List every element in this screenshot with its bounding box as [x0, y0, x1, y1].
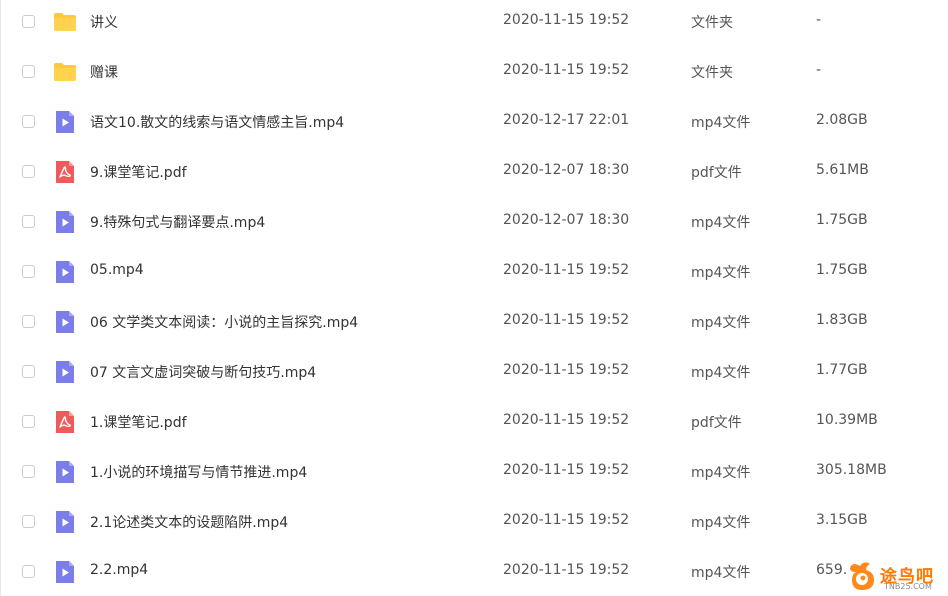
file-type: mp4文件 [691, 365, 751, 381]
video-file-icon [53, 210, 77, 234]
row-checkbox[interactable] [22, 315, 35, 328]
file-modified-time: 2020-11-15 19:52 [503, 362, 630, 378]
row-checkbox[interactable] [22, 565, 35, 578]
row-checkbox[interactable] [22, 65, 35, 78]
watermark-logo-icon [850, 562, 874, 590]
file-name[interactable]: 讲义 [90, 12, 118, 32]
file-modified-time: 2020-11-15 19:52 [503, 462, 630, 478]
file-modified-time: 2020-11-15 19:52 [503, 12, 630, 28]
file-size: 1.83GB [816, 312, 868, 328]
video-file-icon [53, 260, 77, 284]
file-type: pdf文件 [691, 165, 742, 181]
file-row[interactable]: 9.特殊句式与翻译要点.mp4 2020-12-07 18:30 mp4文件 1.75… [1, 197, 948, 247]
file-row[interactable]: 07 文言文虚词突破与断句技巧.mp4 2020-11-15 19:52 mp4文件… [1, 347, 948, 397]
row-checkbox[interactable] [22, 115, 35, 128]
file-modified-time: 2020-11-15 19:52 [503, 262, 630, 278]
file-list: 讲义 2020-11-15 19:52 文件夹 - 赠课 2020-11-15 19:52… [0, 0, 948, 596]
file-modified-time: 2020-12-17 22:01 [503, 112, 630, 128]
file-modified-time: 2020-11-15 19:52 [503, 312, 630, 328]
row-checkbox[interactable] [22, 265, 35, 278]
file-row[interactable]: 2.1论述类文本的设题陷阱.mp4 2020-11-15 19:52 mp4文件 3.… [1, 497, 948, 547]
pdf-file-icon [53, 410, 77, 434]
file-modified-time: 2020-12-07 18:30 [503, 162, 630, 178]
file-type: mp4文件 [691, 115, 751, 131]
file-type: mp4文件 [691, 315, 751, 331]
file-type: 文件夹 [691, 65, 733, 81]
file-modified-time: 2020-11-15 19:52 [503, 562, 630, 578]
file-row[interactable]: 2.2.mp4 2020-11-15 19:52 mp4文件 659. [1, 547, 948, 596]
file-row[interactable]: 语文10.散文的线索与语文情感主旨.mp4 2020-12-17 22:01 mp4… [1, 97, 948, 147]
file-type: mp4文件 [691, 215, 751, 231]
site-watermark: 途鸟吧 TNB25.COM [846, 556, 948, 596]
file-size: 305.18MB [816, 462, 887, 478]
file-name[interactable]: 9.特殊句式与翻译要点.mp4 [90, 212, 265, 232]
file-row[interactable]: 05.mp4 2020-11-15 19:52 mp4文件 1.75GB [1, 247, 948, 297]
row-checkbox[interactable] [22, 215, 35, 228]
file-row[interactable]: 1.小说的环境描写与情节推进.mp4 2020-11-15 19:52 mp4文件 3… [1, 447, 948, 497]
folder-icon [53, 60, 77, 84]
file-row[interactable]: 9.课堂笔记.pdf 2020-12-07 18:30 pdf文件 5.61MB [1, 147, 948, 197]
file-name[interactable]: 2.1论述类文本的设题陷阱.mp4 [90, 512, 288, 532]
file-modified-time: 2020-12-07 18:30 [503, 212, 630, 228]
video-file-icon [53, 310, 77, 334]
file-name[interactable]: 语文10.散文的线索与语文情感主旨.mp4 [90, 112, 344, 132]
file-name[interactable]: 1.小说的环境描写与情节推进.mp4 [90, 462, 307, 482]
file-name[interactable]: 9.课堂笔记.pdf [90, 162, 187, 182]
file-type: 文件夹 [691, 15, 733, 31]
file-size: 659. [816, 562, 848, 578]
video-file-icon [53, 360, 77, 384]
file-row[interactable]: 1.课堂笔记.pdf 2020-11-15 19:52 pdf文件 10.39MB [1, 397, 948, 447]
row-checkbox[interactable] [22, 365, 35, 378]
file-type: pdf文件 [691, 415, 742, 431]
file-size: - [816, 62, 822, 78]
file-name[interactable]: 06 文学类文本阅读：小说的主旨探究.mp4 [90, 312, 358, 332]
video-file-icon [53, 460, 77, 484]
file-size: 10.39MB [816, 412, 878, 428]
file-size: - [816, 12, 822, 28]
file-size: 1.77GB [816, 362, 868, 378]
row-checkbox[interactable] [22, 15, 35, 28]
file-size: 2.08GB [816, 112, 868, 128]
file-type: mp4文件 [691, 565, 751, 581]
row-checkbox[interactable] [22, 515, 35, 528]
file-row[interactable]: 06 文学类文本阅读：小说的主旨探究.mp4 2020-11-15 19:52 mp… [1, 297, 948, 347]
folder-icon [53, 10, 77, 34]
pdf-file-icon [53, 160, 77, 184]
file-type: mp4文件 [691, 265, 751, 281]
file-size: 5.61MB [816, 162, 869, 178]
file-type: mp4文件 [691, 465, 751, 481]
file-row[interactable]: 赠课 2020-11-15 19:52 文件夹 - [1, 47, 948, 97]
file-name[interactable]: 05.mp4 [90, 262, 144, 278]
file-modified-time: 2020-11-15 19:52 [503, 62, 630, 78]
video-file-icon [53, 560, 77, 584]
file-modified-time: 2020-11-15 19:52 [503, 512, 630, 528]
file-name[interactable]: 1.课堂笔记.pdf [90, 412, 187, 432]
file-size: 3.15GB [816, 512, 868, 528]
file-size: 1.75GB [816, 212, 868, 228]
file-name[interactable]: 赠课 [90, 62, 118, 82]
file-type: mp4文件 [691, 515, 751, 531]
file-modified-time: 2020-11-15 19:52 [503, 412, 630, 428]
watermark-subtext: TNB25.COM [884, 582, 932, 591]
video-file-icon [53, 510, 77, 534]
video-file-icon [53, 110, 77, 134]
row-checkbox[interactable] [22, 415, 35, 428]
file-name[interactable]: 07 文言文虚词突破与断句技巧.mp4 [90, 362, 316, 382]
file-name[interactable]: 2.2.mp4 [90, 562, 148, 578]
row-checkbox[interactable] [22, 165, 35, 178]
file-row[interactable]: 讲义 2020-11-15 19:52 文件夹 - [1, 0, 948, 47]
row-checkbox[interactable] [22, 465, 35, 478]
file-size: 1.75GB [816, 262, 868, 278]
